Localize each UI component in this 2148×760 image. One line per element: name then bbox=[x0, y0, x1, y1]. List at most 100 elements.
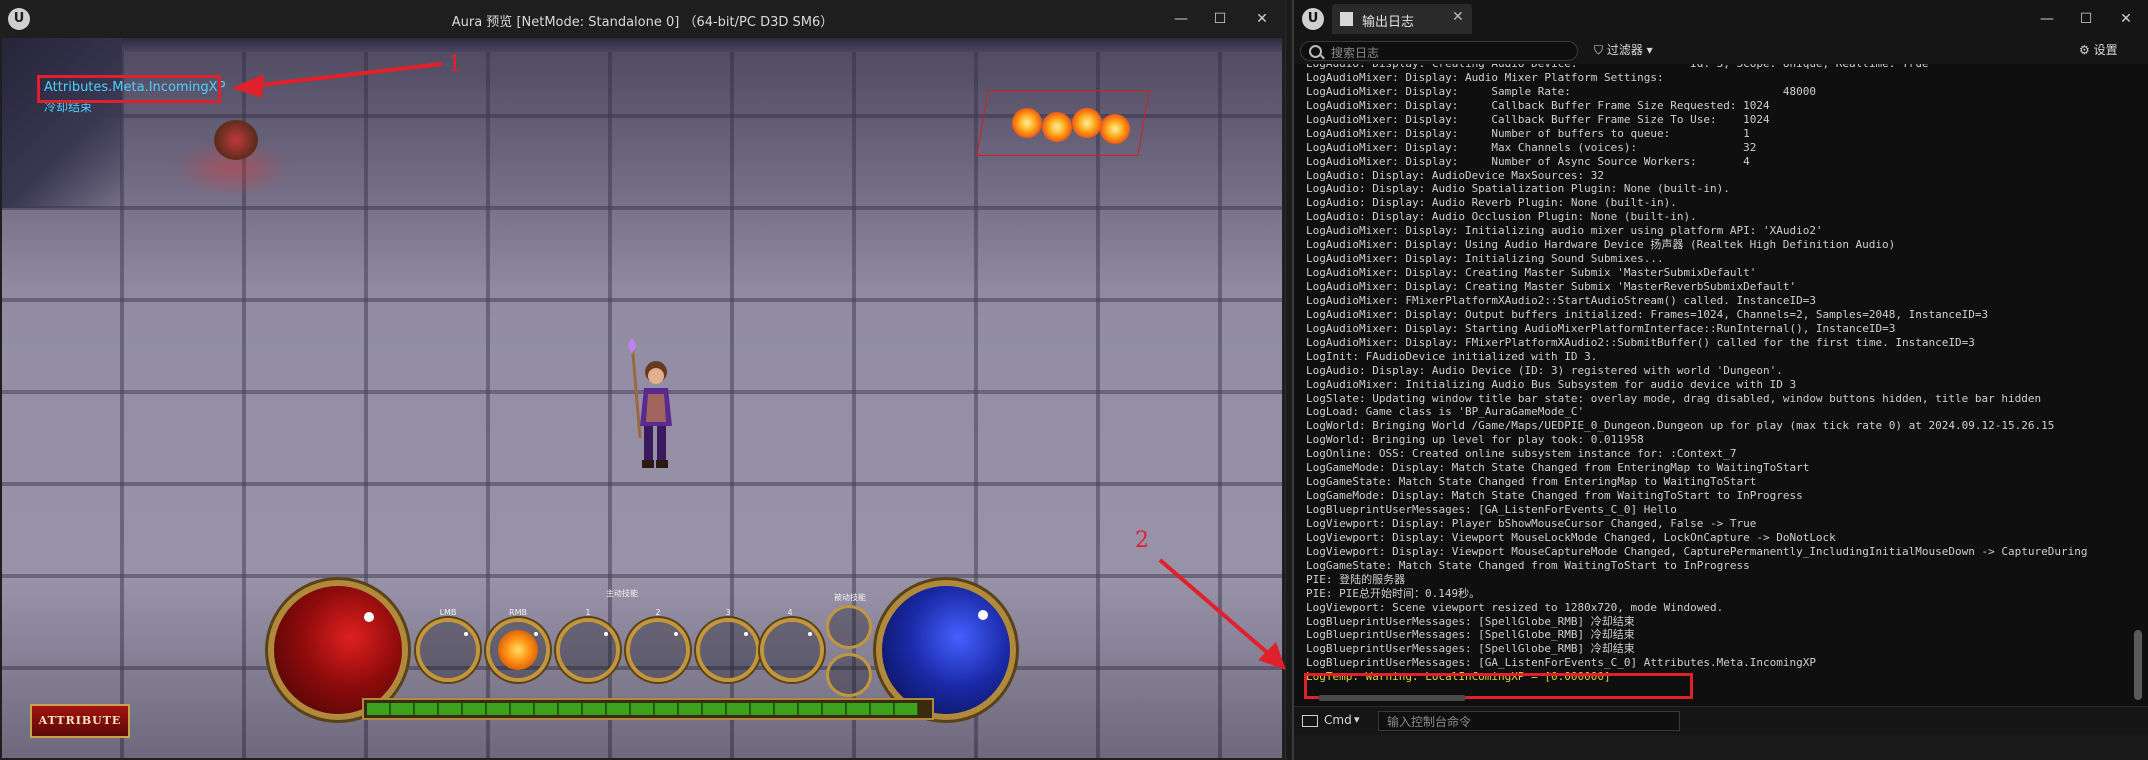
spell-slot-4[interactable] bbox=[764, 622, 820, 678]
log-line: LogViewport: Scene viewport resized to 1… bbox=[1306, 600, 1724, 614]
log-line: LogAudio: Display: Audio Device (ID: 3) … bbox=[1306, 363, 1783, 377]
attribute-menu-button[interactable]: ATTRIBUTE bbox=[30, 704, 130, 738]
minimize-button[interactable]: — bbox=[1166, 8, 1196, 30]
spell-slot-lmb[interactable] bbox=[420, 622, 476, 678]
log-line: LogBlueprintUserMessages: [SpellGlobe_RM… bbox=[1306, 642, 1635, 656]
maximize-button[interactable]: ☐ bbox=[2071, 8, 2101, 30]
search-placeholder: 搜索日志 bbox=[1331, 46, 1380, 60]
log-line: LogAudio: Display: Creating Audio Device… bbox=[1306, 64, 2126, 71]
log-line: LogAudioMixer: Initializing Audio Bus Su… bbox=[1306, 377, 1797, 391]
settings-button[interactable]: ⚙ 设置 bbox=[2079, 41, 2118, 61]
close-button[interactable]: ✕ bbox=[2111, 8, 2141, 30]
log-line: LogAudio: Display: AudioDevice MaxSource… bbox=[1306, 168, 1605, 182]
spell-slot-3[interactable] bbox=[700, 622, 756, 678]
log-line: LogAudioMixer: Display: Sample Rate: 480… bbox=[1306, 84, 1816, 98]
log-line: LogViewport: Display: Player bShowMouseC… bbox=[1306, 516, 1757, 530]
log-line: LogAudioMixer: Display: Output buffers i… bbox=[1306, 307, 1989, 321]
console-command-bar: Cmd ▾ 输入控制台命令 bbox=[1294, 706, 2148, 735]
gear-icon: ⚙ bbox=[2079, 43, 2094, 57]
horizontal-scrollbar[interactable] bbox=[1318, 695, 1466, 701]
maximize-button[interactable]: ☐ bbox=[1205, 8, 1235, 30]
settings-label: 设置 bbox=[2093, 43, 2118, 57]
log-line: LogBlueprintUserMessages: [GA_ListenForE… bbox=[1306, 503, 1677, 516]
filter-icon: ⛉ bbox=[1594, 43, 1607, 57]
cmd-placeholder: 输入控制台命令 bbox=[1387, 715, 1472, 729]
tab-label: 输出日志 bbox=[1362, 15, 1415, 30]
log-line: LogBlueprintUserMessages: [GA_ListenForE… bbox=[1306, 656, 1816, 670]
log-line: LogAudioMixer: Display: FMixerPlatformXA… bbox=[1306, 335, 1975, 349]
mana-globe bbox=[882, 586, 1010, 714]
slot-indicator bbox=[674, 632, 678, 636]
log-line: PIE: PIE总开始时间：0.149秒。 bbox=[1306, 586, 1481, 600]
globe-shine bbox=[978, 610, 988, 620]
unreal-logo-icon: U bbox=[1302, 8, 1324, 30]
log-line: LogAudioMixer: Display: Creating Master … bbox=[1306, 266, 1757, 280]
terminal-icon bbox=[1302, 715, 1318, 727]
log-line: LogGameState: Match State Changed from E… bbox=[1306, 475, 1757, 489]
output-log-window: U 输出日志 ✕ — ☐ ✕ 搜索日志 ⛉ 过滤器 ▾ ⚙ 设置 LogAudi… bbox=[1292, 0, 2148, 760]
window-title: Aura 预览 [NetMode: Standalone 0] （64-bit/… bbox=[451, 15, 834, 30]
slot-indicator bbox=[604, 632, 608, 636]
log-toolbar: 搜索日志 ⛉ 过滤器 ▾ ⚙ 设置 bbox=[1294, 38, 2148, 64]
cmd-dropdown[interactable]: Cmd bbox=[1324, 713, 1352, 727]
log-line: LogAudioMixer: Display: Audio Mixer Plat… bbox=[1306, 70, 1664, 84]
log-line: LogViewport: Display: Viewport MouseLock… bbox=[1306, 530, 1836, 544]
log-line: LogGameMode: Display: Match State Change… bbox=[1306, 489, 1803, 503]
health-globe bbox=[274, 586, 402, 714]
chevron-down-icon: ▾ bbox=[1642, 43, 1653, 57]
log-line: LogAudio: Display: Audio Occlusion Plugi… bbox=[1306, 210, 1697, 224]
passive-slot-1[interactable] bbox=[829, 608, 869, 646]
console-command-input[interactable]: 输入控制台命令 bbox=[1378, 711, 1680, 731]
log-line: LogAudioMixer: Display: Initializing aud… bbox=[1306, 224, 1823, 238]
slot-label-lmb: LMB bbox=[439, 608, 457, 617]
passive-skills-label: 被动技能 bbox=[834, 593, 866, 602]
log-line: LogAudio: Display: Audio Reverb Plugin: … bbox=[1306, 196, 1677, 210]
log-line: LogWorld: Bringing up level for play too… bbox=[1306, 433, 1644, 447]
log-line: LogWorld: Bringing World /Game/Maps/UEDP… bbox=[1306, 419, 2055, 433]
log-line: LogAudioMixer: Display: Number of Async … bbox=[1306, 154, 1750, 168]
search-icon bbox=[1309, 45, 1322, 58]
firebolt-spell-icon bbox=[498, 630, 538, 670]
vertical-scrollbar[interactable] bbox=[2134, 630, 2142, 700]
active-skills-label: 主动技能 bbox=[606, 589, 638, 598]
log-line: LogAudioMixer: Display: Initializing Sou… bbox=[1306, 252, 1664, 266]
tab-output-log[interactable]: 输出日志 ✕ bbox=[1332, 4, 1472, 34]
log-line: LogGameMode: Display: Match State Change… bbox=[1306, 461, 1810, 475]
log-line: LogLoad: Game class is 'BP_AuraGameMode_… bbox=[1306, 405, 1585, 419]
close-button[interactable]: ✕ bbox=[1247, 8, 1277, 30]
passive-slot-2[interactable] bbox=[829, 656, 869, 694]
spell-slot-1[interactable] bbox=[560, 622, 616, 678]
log-line: LogAudioMixer: Display: Max Channels (vo… bbox=[1306, 140, 1757, 154]
slot-label-1: 1 bbox=[585, 608, 591, 617]
tab-close-icon[interactable]: ✕ bbox=[1452, 9, 1464, 25]
slot-indicator bbox=[464, 632, 468, 636]
slot-indicator bbox=[808, 632, 812, 636]
globe-shine bbox=[364, 612, 374, 622]
game-preview-window: U Aura 预览 [NetMode: Standalone 0] （64-bi… bbox=[0, 0, 1286, 760]
slot-indicator bbox=[534, 632, 538, 636]
log-line: PIE: 登陆的服务器 bbox=[1306, 572, 1406, 586]
log-lines: LogAudio: Display: Creating Audio Device… bbox=[1306, 64, 2126, 684]
log-line: LogAudioMixer: Display: Callback Buffer … bbox=[1306, 98, 1770, 112]
chevron-down-icon[interactable]: ▾ bbox=[1354, 713, 1360, 726]
log-line: LogAudioMixer: Display: Number of buffer… bbox=[1306, 126, 1750, 140]
log-search-input[interactable]: 搜索日志 bbox=[1300, 41, 1578, 61]
slot-indicator bbox=[744, 632, 748, 636]
log-line: LogAudioMixer: Display: Starting AudioMi… bbox=[1306, 321, 1896, 335]
log-titlebar[interactable]: U 输出日志 ✕ — ☐ ✕ bbox=[1294, 0, 2148, 38]
slot-label-rmb: RMB bbox=[509, 608, 527, 617]
slot-label-3: 3 bbox=[725, 608, 731, 617]
log-line: LogSlate: Updating window title bar stat… bbox=[1306, 391, 2042, 405]
game-titlebar[interactable]: U Aura 预览 [NetMode: Standalone 0] （64-bi… bbox=[0, 0, 1285, 38]
log-line: LogAudioMixer: Display: Creating Master … bbox=[1306, 280, 1797, 293]
log-document-icon bbox=[1340, 12, 1353, 26]
log-line: LogAudioMixer: FMixerPlatformXAudio2::St… bbox=[1306, 293, 1816, 307]
filter-button[interactable]: ⛉ 过滤器 ▾ bbox=[1594, 41, 1653, 61]
game-viewport[interactable]: Attributes.Meta.IncomingXP 冷却结束 1 主动技能 被… bbox=[2, 38, 1282, 758]
minimize-button[interactable]: — bbox=[2032, 8, 2062, 30]
xp-bar bbox=[362, 698, 934, 720]
annotation-label-2: 2 bbox=[1135, 528, 1149, 553]
spell-slot-2[interactable] bbox=[630, 622, 686, 678]
log-line: LogAudioMixer: Display: Callback Buffer … bbox=[1306, 112, 1770, 126]
log-output-area[interactable]: LogAudio: Display: Creating Audio Device… bbox=[1294, 64, 2148, 706]
